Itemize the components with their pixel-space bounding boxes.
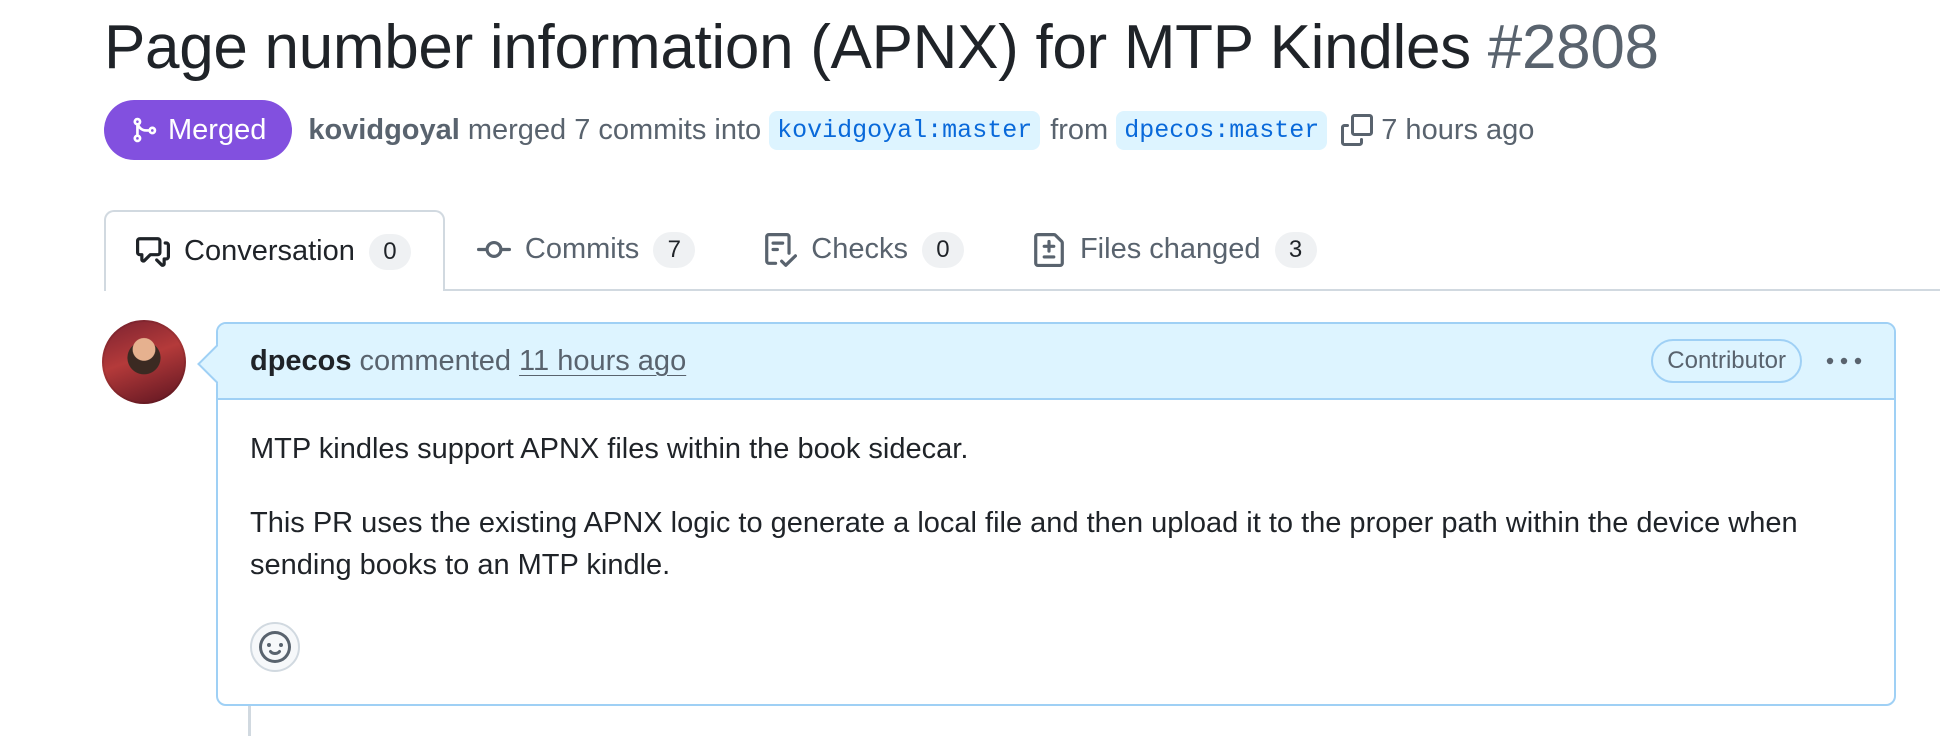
pr-number: #2808 [1487, 13, 1659, 82]
tab-counter: 7 [653, 231, 696, 268]
git-merge-icon [133, 117, 157, 143]
tab-counter: 0 [921, 231, 964, 268]
merger-link[interactable]: kovidgoyal [308, 114, 460, 147]
comment-paragraph: This PR uses the existing APNX logic to … [250, 507, 1798, 581]
comment-author-link[interactable]: dpecos [250, 345, 352, 378]
merged-time: 7 hours ago [1381, 113, 1535, 146]
merged-state-badge: Merged [104, 100, 293, 160]
tab-label: Commits [524, 233, 640, 265]
git-commit-icon [476, 240, 511, 258]
tab-commits[interactable]: Commits 7 [445, 210, 731, 289]
add-reaction-button[interactable] [250, 622, 300, 672]
tab-label: Conversation [184, 235, 355, 267]
tab-files-changed[interactable]: Files changed 3 [1000, 210, 1353, 289]
file-diff-icon [1034, 232, 1064, 267]
contributor-badge: Contributor [1651, 339, 1802, 383]
tab-checks[interactable]: Checks 0 [731, 210, 1000, 289]
comment-box: dpecos commented 11 hours ago Contributo… [216, 322, 1896, 706]
comment-paragraph: MTP kindles support APNX files within th… [250, 433, 969, 465]
smiley-icon [259, 631, 291, 663]
tab-label: Checks [811, 233, 908, 265]
tab-conversation[interactable]: Conversation 0 [104, 210, 445, 291]
kebab-horizontal-icon[interactable] [1824, 351, 1864, 371]
comment-timestamp-link[interactable]: 11 hours ago [519, 345, 686, 378]
pr-title: Page number information (APNX) for MTP K… [104, 13, 1471, 82]
state-label: Merged [168, 113, 267, 146]
comment-action: commented [359, 344, 512, 377]
pr-meta-row: Merged kovidgoyal merged 7 commits into … [104, 100, 1542, 160]
comment-header: dpecos commented 11 hours ago Contributo… [218, 324, 1894, 400]
tab-counter: 3 [1274, 231, 1317, 268]
checklist-icon [765, 232, 798, 267]
timeline-line [248, 706, 251, 736]
head-branch-link[interactable]: dpecos:master [1116, 110, 1328, 150]
avatar[interactable] [102, 320, 186, 404]
base-branch-link[interactable]: kovidgoyal:master [769, 110, 1041, 150]
tab-counter: 0 [368, 233, 411, 270]
page-title: Page number information (APNX) for MTP K… [104, 4, 1659, 92]
pull-request-page: Page number information (APNX) for MTP K… [0, 0, 1940, 736]
copy-icon[interactable] [1341, 114, 1374, 146]
comment-body: MTP kindles support APNX files within th… [218, 400, 1894, 586]
tab-label: Files changed [1079, 233, 1261, 265]
from-text: from [1050, 113, 1109, 146]
merged-text: merged 7 commits into [467, 113, 762, 146]
pr-tabs: Conversation 0 Commits 7 Checks 0 Files … [104, 210, 1353, 291]
comment-discussion-icon [136, 236, 170, 267]
